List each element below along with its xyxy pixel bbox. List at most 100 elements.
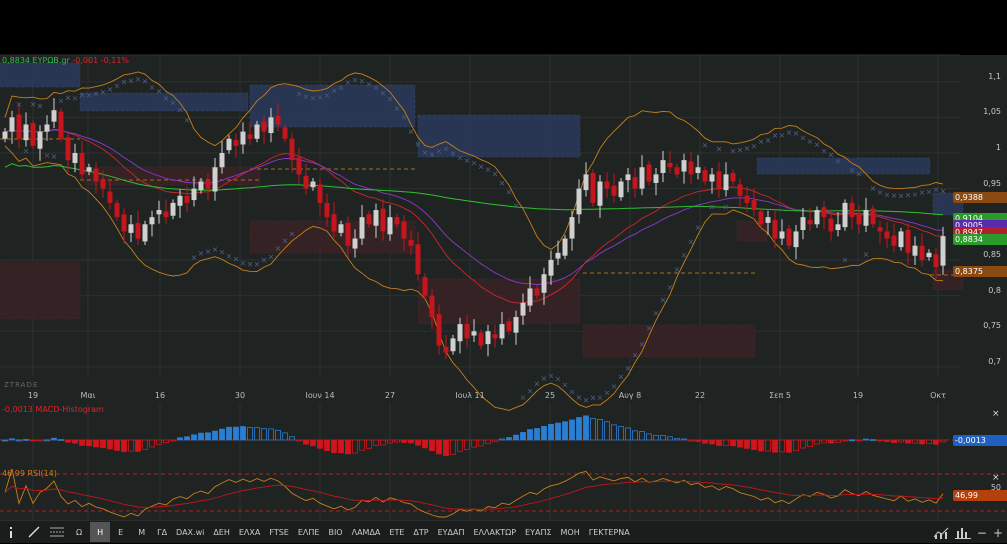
symbol-button-11[interactable]: ΛΑΜΔΑ: [348, 522, 385, 542]
symbol-button-0[interactable]: Ω: [69, 522, 89, 542]
rsi-label: 46.99 RSI(14): [2, 469, 57, 478]
macd-bar: [723, 439, 729, 446]
symbol-button-15[interactable]: ΕΛΛΑΚΤΩΡ: [470, 522, 521, 542]
candle-body: [723, 174, 729, 191]
macd-bar: [366, 439, 372, 449]
candle-body: [422, 277, 428, 296]
candle-body: [380, 208, 386, 232]
sar-mark: [730, 148, 736, 154]
candle-body: [324, 202, 330, 218]
candle: [44, 115, 50, 141]
price-axis-label: 0,7: [988, 356, 1001, 366]
candle: [863, 197, 869, 233]
candle-body: [849, 202, 855, 218]
candle-body: [394, 217, 400, 225]
candle-body: [457, 324, 463, 342]
symbol-button-6[interactable]: ΔΕΗ: [209, 522, 234, 542]
symbol-button-13[interactable]: ΔΤΡ: [409, 522, 432, 542]
price-chart[interactable]: [0, 54, 964, 411]
symbol-button-18[interactable]: ΓΕΚΤΕΡΝΑ: [585, 522, 634, 542]
sar-mark: [128, 78, 134, 84]
zoom-in-button[interactable]: +: [993, 526, 1003, 540]
macd-bar: [401, 439, 407, 443]
candle: [240, 122, 246, 154]
candle-body: [254, 124, 260, 139]
macd-bar: [926, 439, 932, 444]
chart-type-icon[interactable]: [933, 527, 949, 539]
candle-body: [527, 288, 533, 306]
macd-bar: [282, 432, 288, 441]
symbol-button-16[interactable]: ΕΥΑΠΣ: [521, 522, 555, 542]
candle: [919, 233, 925, 267]
candle: [667, 150, 673, 174]
indicators-icon[interactable]: [46, 522, 68, 542]
sar-mark: [72, 96, 78, 101]
macd-pane[interactable]: [0, 403, 1007, 465]
candle: [30, 119, 36, 150]
candle-body: [366, 214, 372, 225]
candle-body: [583, 174, 589, 191]
sar-mark: [716, 146, 722, 152]
legend-price: 0,8834: [2, 56, 30, 65]
symbol-button-4[interactable]: ΓΔ: [153, 522, 171, 542]
rsi-close-icon[interactable]: ×: [992, 473, 1000, 483]
sar-mark: [219, 249, 225, 255]
macd-bar: [338, 439, 344, 454]
symbol-button-7[interactable]: ΕΛΧΑ: [235, 522, 264, 542]
macd-bar: [646, 433, 652, 441]
candle-body: [359, 217, 365, 239]
sar-mark: [233, 256, 239, 262]
rsi-pane[interactable]: [0, 467, 1007, 519]
macd-bar: [905, 439, 911, 444]
symbol-button-8[interactable]: FTSE: [265, 522, 292, 542]
macd-bar: [310, 439, 316, 447]
sar-mark: [492, 171, 498, 177]
candle: [177, 189, 183, 218]
macd-close-icon[interactable]: ×: [992, 409, 1000, 419]
sar-mark: [681, 253, 687, 258]
macd-bar: [492, 439, 498, 443]
symbol-button-12[interactable]: ΕΤΕ: [385, 522, 408, 542]
candle: [555, 240, 561, 265]
macd-bar: [464, 439, 470, 451]
macd-bar: [394, 439, 400, 443]
sar-mark: [247, 261, 253, 267]
candle-body: [310, 181, 316, 188]
candle: [849, 196, 855, 230]
symbol-button-5[interactable]: DAX.wi: [172, 522, 208, 542]
symbol-button-9[interactable]: ΕΛΠΕ: [294, 522, 324, 542]
macd-bar: [51, 437, 57, 441]
macd-bar: [898, 439, 904, 443]
symbol-button-3[interactable]: M: [131, 522, 152, 542]
macd-bar: [261, 428, 267, 441]
macd-bar: [2, 439, 8, 442]
candle: [58, 108, 64, 143]
macd-bar: [835, 439, 841, 443]
sar-mark: [779, 133, 785, 138]
symbol-button-14[interactable]: ΕΥΔΑΠ: [434, 522, 469, 542]
draw-line-icon[interactable]: [23, 522, 45, 542]
candle: [485, 324, 491, 357]
candle-body: [786, 228, 792, 246]
candle: [800, 207, 806, 240]
sar-mark: [702, 143, 708, 148]
symbol-button-17[interactable]: ΜΟΗ: [557, 522, 584, 542]
time-axis-label: Οκτ: [930, 391, 946, 400]
candle-body: [702, 170, 708, 182]
time-axis-label: Ιουλ 11: [455, 391, 485, 400]
symbol-button-2[interactable]: E: [111, 522, 130, 542]
sar-mark: [667, 285, 673, 290]
info-icon[interactable]: [0, 522, 22, 542]
candle-body: [233, 140, 239, 146]
candle-body: [940, 236, 946, 266]
zoom-out-button[interactable]: −: [977, 526, 987, 540]
macd-bar: [744, 439, 750, 449]
symbol-button-1[interactable]: H: [90, 522, 111, 542]
sar-mark: [471, 160, 477, 166]
bar-chart-icon[interactable]: [954, 527, 971, 539]
candle-body: [408, 239, 414, 246]
candle-body: [429, 295, 435, 317]
symbol-button-10[interactable]: ΒΙΟ: [324, 522, 346, 542]
sar-mark: [485, 167, 491, 172]
macd-bar: [919, 439, 925, 445]
